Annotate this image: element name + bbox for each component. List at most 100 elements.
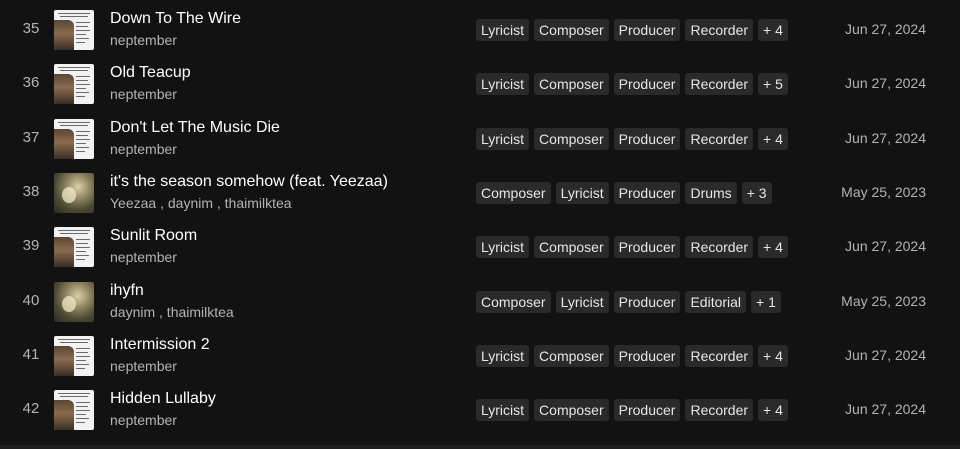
more-roles-chip[interactable]: + 1 bbox=[751, 291, 781, 313]
role-chip: Recorder bbox=[685, 128, 754, 150]
role-chip: Drums bbox=[685, 182, 737, 204]
role-chip: Recorder bbox=[685, 19, 754, 41]
role-chip: Lyricist bbox=[476, 236, 530, 258]
more-roles-chip[interactable]: + 4 bbox=[758, 128, 788, 150]
role-chip: Producer bbox=[613, 291, 681, 313]
cover-text-line bbox=[76, 364, 89, 365]
track-row[interactable]: 37 Don't Let The Music Die neptember Lyrici… bbox=[0, 111, 960, 165]
track-title[interactable]: it's the season somehow (feat. Yeezaa) bbox=[110, 173, 388, 191]
role-chip: Composer bbox=[534, 236, 609, 258]
album-cover[interactable] bbox=[54, 282, 94, 322]
track-artists[interactable]: neptember bbox=[110, 86, 177, 102]
track-title[interactable]: Sunlit Room bbox=[110, 227, 197, 245]
track-list: 35 Down To The Wire neptember Lyricist Compo… bbox=[0, 0, 960, 449]
cover-text-line bbox=[76, 76, 90, 77]
cover-text-line bbox=[76, 42, 85, 43]
cover-text-line bbox=[76, 26, 88, 27]
role-chip: Composer bbox=[534, 73, 609, 95]
role-chip: Producer bbox=[613, 73, 681, 95]
cover-text-line bbox=[76, 80, 88, 81]
role-chip: Recorder bbox=[685, 345, 754, 367]
track-title[interactable]: ihyfn bbox=[110, 282, 144, 300]
release-date: May 25, 2023 bbox=[841, 293, 926, 309]
track-row[interactable]: 42 Hidden Lullaby neptember Lyricist Compose… bbox=[0, 382, 960, 436]
more-roles-chip[interactable]: + 4 bbox=[758, 19, 788, 41]
track-artists[interactable]: neptember bbox=[110, 412, 177, 428]
track-number: 42 bbox=[22, 400, 40, 417]
more-roles-chip[interactable]: + 4 bbox=[758, 236, 788, 258]
cover-text-line bbox=[58, 122, 90, 123]
role-chip: Composer bbox=[476, 291, 551, 313]
credit-roles: Lyricist Composer Producer Recorder + 4 bbox=[476, 128, 788, 150]
album-cover[interactable] bbox=[54, 227, 94, 267]
album-cover[interactable] bbox=[54, 336, 94, 376]
more-roles-chip[interactable]: + 3 bbox=[741, 182, 772, 204]
track-title[interactable]: Down To The Wire bbox=[110, 10, 241, 28]
album-cover[interactable] bbox=[54, 64, 94, 104]
cover-text-line bbox=[76, 34, 86, 35]
track-artists[interactable]: daynim , thaimilktea bbox=[110, 304, 234, 320]
track-title[interactable]: Intermission 2 bbox=[110, 336, 210, 354]
role-chip: Lyricist bbox=[476, 399, 530, 421]
album-cover[interactable] bbox=[54, 173, 94, 213]
track-row[interactable]: 39 Sunlit Room neptember Lyricist Composer Pr… bbox=[0, 219, 960, 273]
cover-text-line bbox=[76, 356, 90, 357]
role-chip: Lyricist bbox=[476, 73, 530, 95]
track-row[interactable]: 41 Intermission 2 neptember Lyricist Compose… bbox=[0, 328, 960, 382]
credit-roles: Lyricist Composer Producer Recorder + 5 bbox=[476, 73, 788, 95]
cover-text-line bbox=[76, 352, 88, 353]
cover-text-line bbox=[58, 230, 90, 231]
cover-text-line bbox=[76, 135, 88, 136]
credit-roles: Lyricist Composer Producer Recorder + 4 bbox=[476, 19, 788, 41]
credit-roles: Lyricist Composer Producer Recorder + 4 bbox=[476, 236, 788, 258]
more-roles-chip[interactable]: + 5 bbox=[758, 73, 788, 95]
track-artists[interactable]: neptember bbox=[110, 249, 177, 265]
role-chip: Lyricist bbox=[476, 128, 530, 150]
track-artists[interactable]: neptember bbox=[110, 141, 177, 157]
more-roles-chip[interactable]: + 4 bbox=[758, 345, 788, 367]
cover-text-line bbox=[76, 251, 86, 252]
track-row[interactable]: 40 ihyfn daynim , thaimilktea Composer Lyric… bbox=[0, 274, 960, 328]
more-roles-chip[interactable]: + 4 bbox=[758, 399, 788, 421]
cover-text-line bbox=[76, 368, 85, 369]
track-number: 35 bbox=[22, 20, 40, 37]
cover-text-line bbox=[76, 88, 86, 89]
track-row[interactable]: 38 it's the season somehow (feat. Yeezaa)… bbox=[0, 165, 960, 219]
track-row[interactable]: 36 Old Teacup neptember Lyricist Composer Pro… bbox=[0, 56, 960, 110]
cover-text-line bbox=[58, 393, 90, 394]
cover-text-line bbox=[76, 414, 86, 415]
credit-roles: Composer Lyricist Producer Editorial + 1 bbox=[476, 291, 781, 313]
role-chip: Producer bbox=[613, 128, 681, 150]
release-date: Jun 27, 2024 bbox=[845, 21, 926, 37]
cover-portrait bbox=[54, 129, 74, 159]
track-title[interactable]: Don't Let The Music Die bbox=[110, 119, 280, 137]
cover-portrait bbox=[54, 237, 74, 267]
track-row[interactable]: 35 Down To The Wire neptember Lyricist Compo… bbox=[0, 2, 960, 56]
role-chip: Recorder bbox=[685, 73, 754, 95]
track-artists[interactable]: neptember bbox=[110, 358, 177, 374]
cover-portrait bbox=[54, 20, 74, 50]
track-artists[interactable]: neptember bbox=[110, 32, 177, 48]
cover-text-line bbox=[60, 70, 88, 71]
role-chip: Composer bbox=[534, 128, 609, 150]
cover-text-line bbox=[76, 410, 90, 411]
release-date: Jun 27, 2024 bbox=[845, 401, 926, 417]
track-number: 36 bbox=[22, 74, 40, 91]
album-cover[interactable] bbox=[54, 10, 94, 50]
track-number: 39 bbox=[22, 237, 40, 254]
role-chip: Composer bbox=[534, 345, 609, 367]
release-date: Jun 27, 2024 bbox=[845, 75, 926, 91]
track-artists[interactable]: Yeezaa , daynim , thaimilktea bbox=[110, 195, 292, 211]
track-title[interactable]: Hidden Lullaby bbox=[110, 390, 216, 408]
cover-text-line bbox=[76, 247, 90, 248]
cover-text-line bbox=[60, 233, 88, 234]
role-chip: Producer bbox=[613, 182, 681, 204]
album-cover[interactable] bbox=[54, 119, 94, 159]
release-date: Jun 27, 2024 bbox=[845, 130, 926, 146]
track-title[interactable]: Old Teacup bbox=[110, 64, 191, 82]
role-chip: Composer bbox=[476, 182, 551, 204]
cover-text-line bbox=[60, 396, 88, 397]
album-cover[interactable] bbox=[54, 390, 94, 430]
role-chip: Composer bbox=[534, 399, 609, 421]
role-chip: Lyricist bbox=[555, 291, 609, 313]
